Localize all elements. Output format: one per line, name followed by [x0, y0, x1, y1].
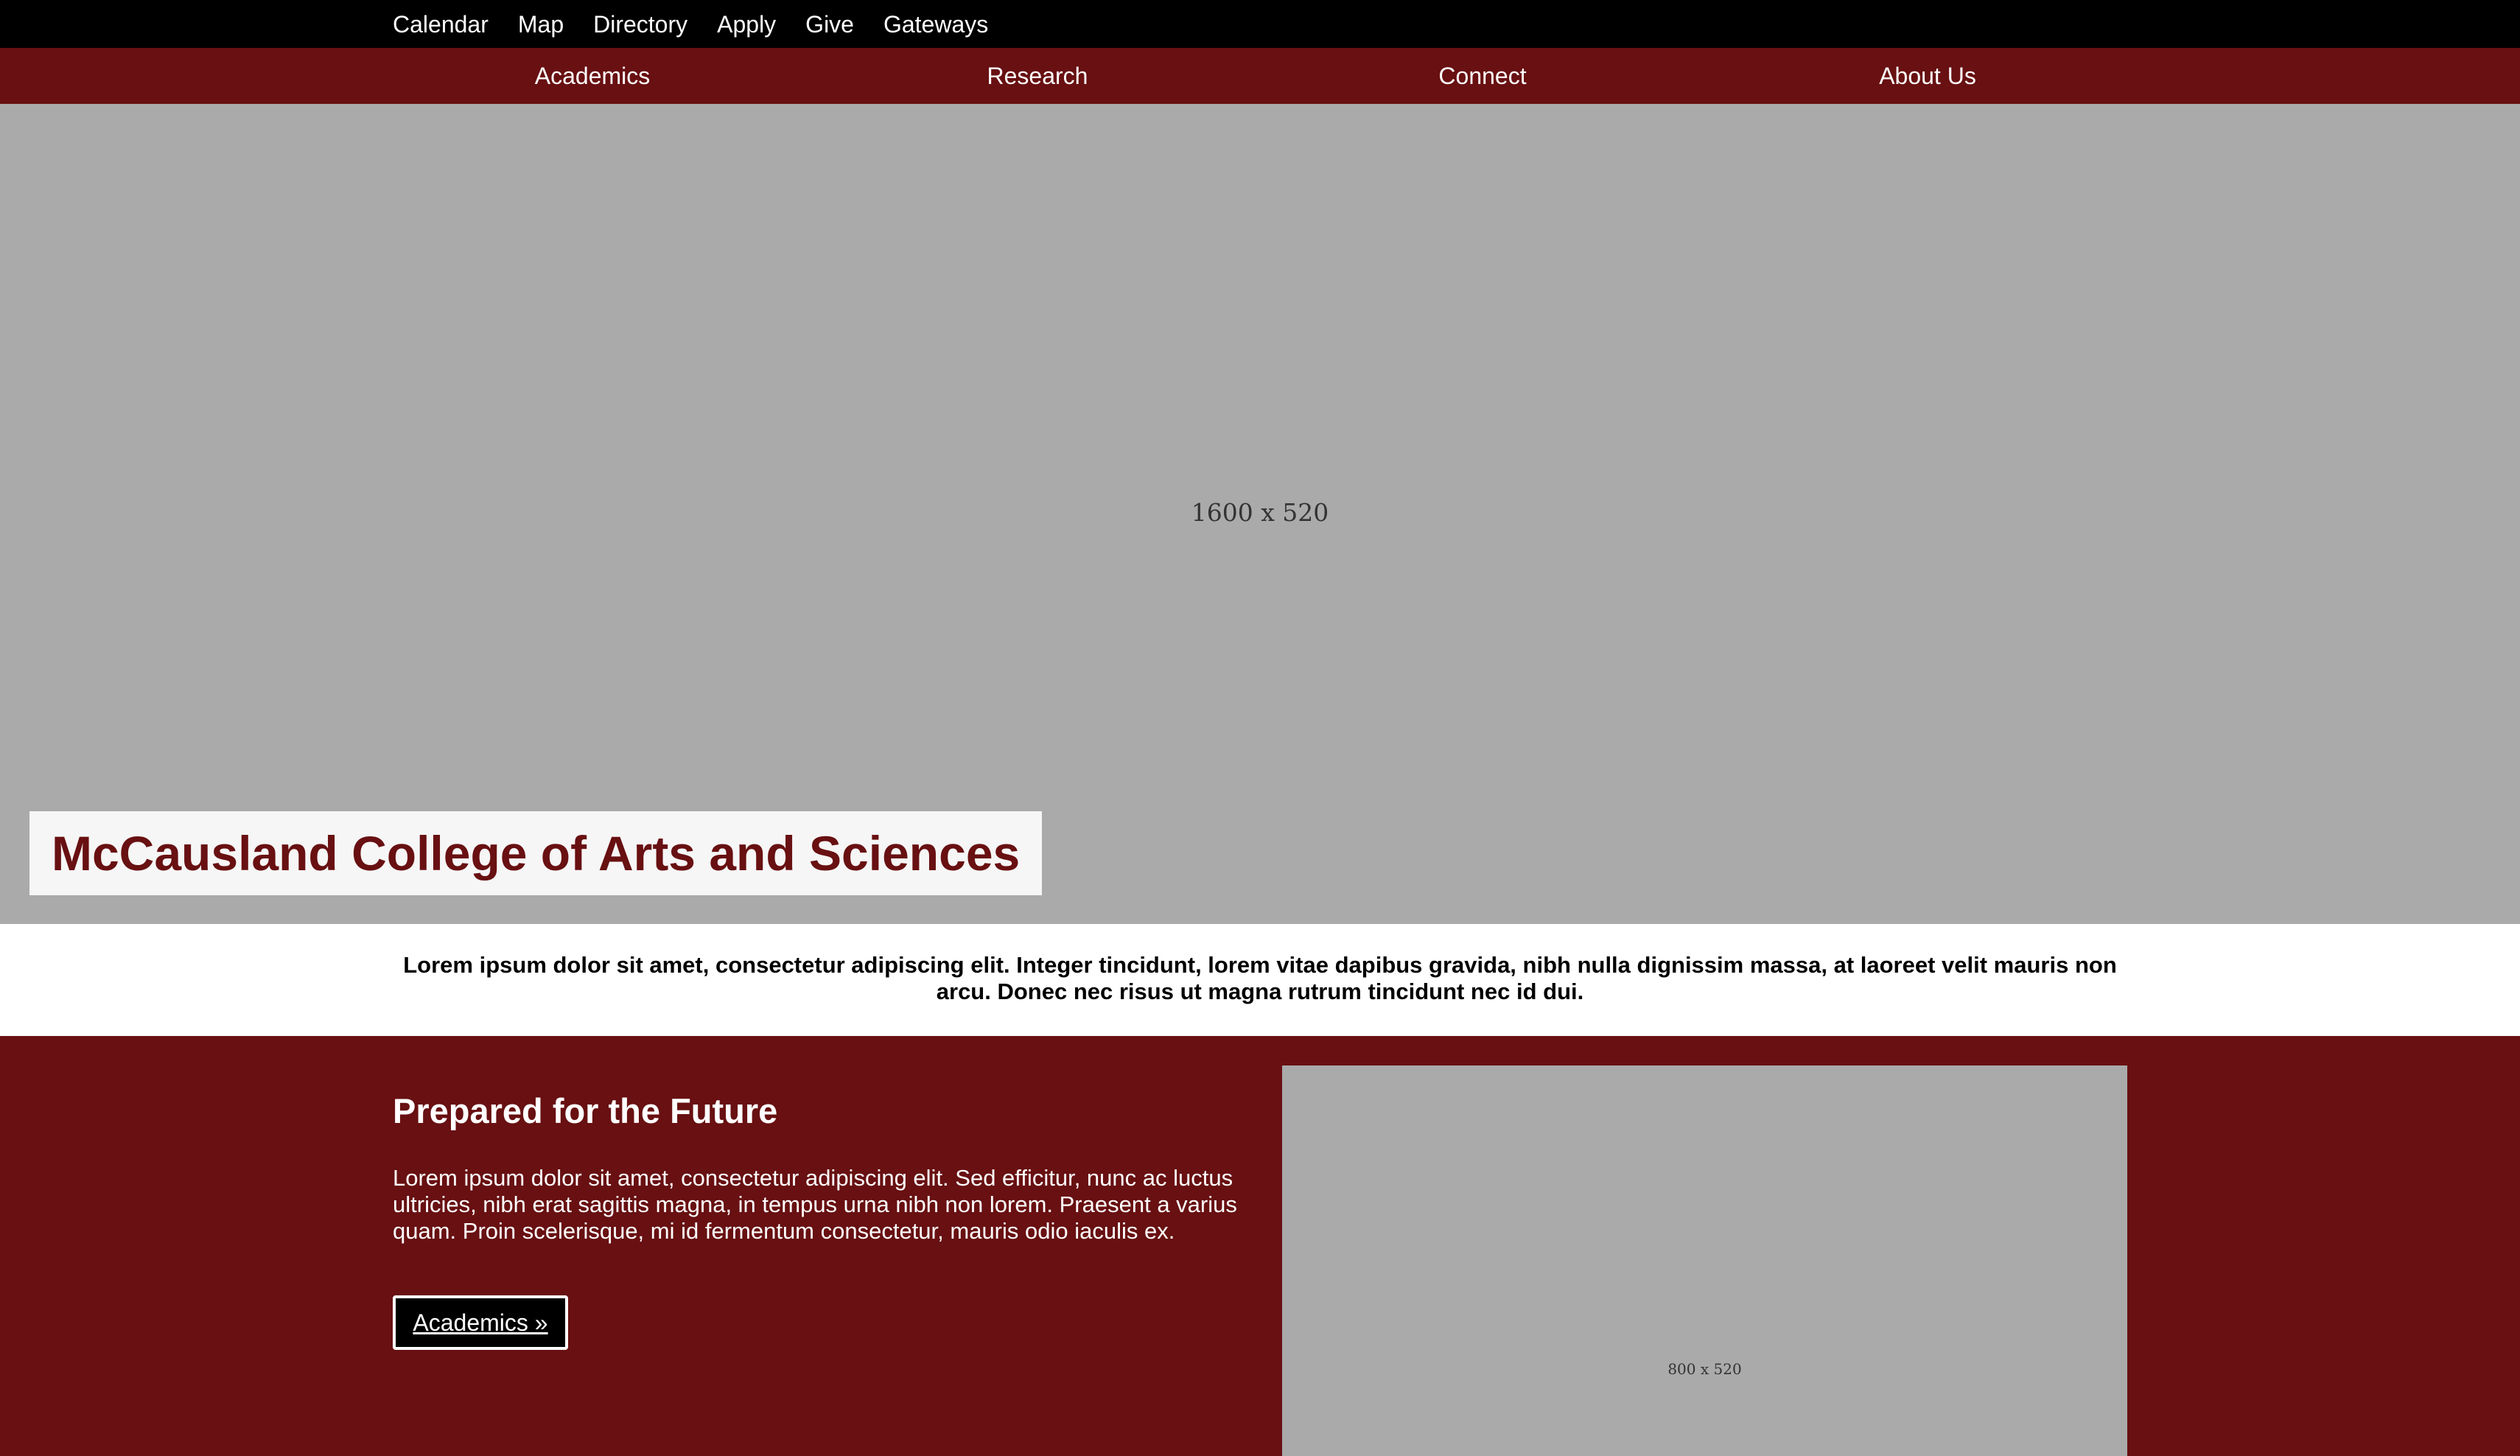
utility-link-map[interactable]: Map: [518, 13, 564, 36]
utility-link-calendar[interactable]: Calendar: [393, 13, 489, 36]
academics-button[interactable]: Academics »: [393, 1295, 568, 1350]
utility-bar: Calendar Map Directory Apply Give Gatewa…: [0, 0, 2520, 48]
feature-image: 800 x 520: [1282, 1065, 2127, 1456]
page-title: McCausland College of Arts and Sciences: [52, 826, 1021, 881]
utility-link-apply[interactable]: Apply: [717, 13, 776, 36]
utility-link-directory[interactable]: Directory: [593, 13, 687, 36]
feature-body: Lorem ipsum dolor sit amet, consectetur …: [393, 1165, 1237, 1244]
main-nav-about-us[interactable]: About Us: [1705, 48, 2150, 104]
main-nav-academics[interactable]: Academics: [370, 48, 815, 104]
utility-link-gateways[interactable]: Gateways: [883, 13, 988, 36]
utility-link-give[interactable]: Give: [805, 13, 854, 36]
main-nav-connect[interactable]: Connect: [1260, 48, 1705, 104]
intro-section: Lorem ipsum dolor sit amet, consectetur …: [0, 924, 2520, 1036]
feature-heading: Prepared for the Future: [393, 1091, 778, 1130]
feature-section: Prepared for the Future Lorem ipsum dolo…: [0, 1036, 2520, 1456]
hero-title-box: McCausland College of Arts and Sciences: [29, 811, 1043, 895]
intro-text: Lorem ipsum dolor sit amet, consectetur …: [403, 952, 2117, 1004]
feature-image-placeholder-label: 800 x 520: [1667, 1360, 1742, 1378]
main-nav-research[interactable]: Research: [815, 48, 1260, 104]
hero-image: 1600 x 520 McCausland College of Arts an…: [0, 104, 2520, 924]
main-nav: Academics Research Connect About Us: [0, 48, 2520, 104]
page: Calendar Map Directory Apply Give Gatewa…: [0, 0, 2520, 1456]
hero-image-placeholder-label: 1600 x 520: [1191, 498, 1329, 527]
utility-nav: Calendar Map Directory Apply Give Gatewa…: [393, 0, 988, 48]
